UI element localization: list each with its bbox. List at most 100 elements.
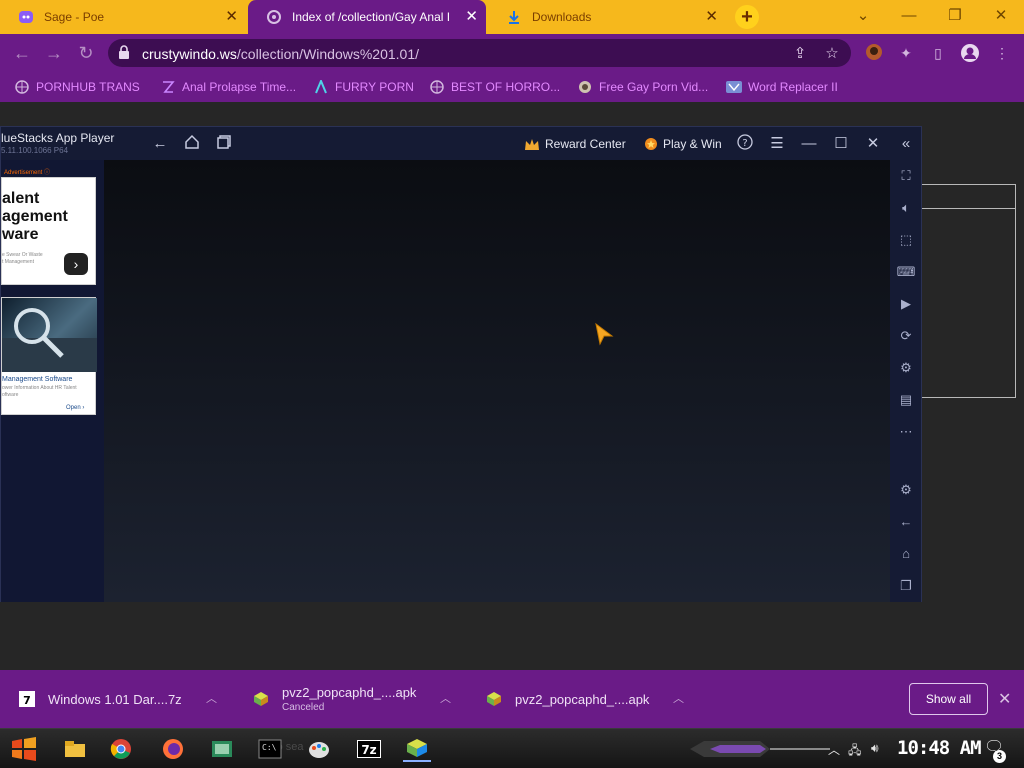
fullscreen-icon[interactable]: ⛶ [896, 166, 916, 186]
terminal-icon[interactable]: C:\ [256, 736, 284, 762]
share-icon[interactable]: ⇪ [791, 45, 809, 63]
lock-icon[interactable] [118, 45, 130, 65]
keyboard-icon[interactable]: ⌨ [896, 262, 916, 282]
close-icon[interactable]: ✕ [998, 689, 1011, 709]
svg-text:?: ? [742, 138, 747, 149]
notification-count: 3 [993, 750, 1006, 763]
chevron-up-icon[interactable]: ︿ [440, 690, 451, 706]
extensions-icon[interactable]: ✦ [896, 43, 916, 63]
profile-avatar-icon[interactable] [864, 43, 884, 63]
7zip-icon[interactable]: 7z [355, 736, 383, 762]
bookmark-label: FURRY PORN [335, 80, 414, 94]
tab-index-of-collection[interactable]: Index of /collection/Gay Anal I ✕ [248, 0, 486, 34]
chevron-up-icon[interactable]: ︿ [673, 690, 684, 706]
settings-icon[interactable]: ⚙ [896, 480, 916, 500]
advertisement-card[interactable]: Management Software ower Information Abo… [1, 297, 97, 415]
collapse-sidebar-icon[interactable]: « [896, 134, 916, 154]
star-icon[interactable]: ☆ [823, 45, 841, 63]
macro-icon[interactable]: ⚙ [896, 358, 916, 378]
help-icon[interactable]: ? [735, 134, 755, 154]
home-icon[interactable] [182, 134, 202, 154]
bookmark-item[interactable]: BEST OF HORRO... [429, 78, 560, 96]
download-shelf: 7 Windows 1.01 Dar....7z ︿ pvz2_popcaphd… [0, 670, 1024, 728]
back-icon[interactable]: ← [150, 134, 170, 154]
hamburger-menu-icon[interactable]: ☰ [767, 134, 787, 154]
bookmark-item[interactable]: Anal Prolapse Time... [160, 78, 296, 96]
close-icon[interactable]: ✕ [863, 134, 883, 154]
download-info: pvz2_popcaphd_....apk Canceled [282, 685, 416, 713]
globe-icon [14, 79, 30, 95]
arch-icon [313, 79, 329, 95]
reward-center-button[interactable]: Reward Center [524, 134, 626, 154]
chrome-icon[interactable] [107, 736, 135, 762]
cursor-lock-icon[interactable]: ⬚ [896, 230, 916, 250]
maximize-icon[interactable]: ☐ [831, 134, 851, 154]
tab-title: Downloads [532, 10, 592, 24]
speaker-icon[interactable]: 🔊︎ [871, 741, 879, 756]
bookmark-label: PORNHUB TRANS [36, 80, 140, 94]
new-tab-button[interactable]: + [735, 5, 759, 29]
rotate-icon[interactable]: ⟳ [896, 326, 916, 346]
recent-apps-icon[interactable] [214, 134, 234, 154]
network-icon[interactable]: 🖧︎ [848, 741, 861, 762]
address-bar[interactable]: crustywindo.ws/collection/Windows%201.01… [108, 39, 851, 67]
home-icon[interactable]: ⌂ [896, 544, 916, 564]
minimize-icon[interactable]: — [895, 4, 923, 28]
browser-toolbar: ← → ↻ crustywindo.ws/collection/Windows%… [0, 34, 1024, 72]
back-icon[interactable]: ← [896, 512, 916, 532]
file-explorer-icon[interactable] [61, 736, 89, 762]
back-icon[interactable]: ← [11, 42, 33, 64]
tab-search-icon[interactable]: ⌄ [849, 4, 877, 28]
ad-small-1: e Swear Or Waste [2, 252, 43, 258]
bookmark-item[interactable]: Word Replacer II [726, 78, 838, 96]
chevron-up-icon[interactable]: ︿ [206, 690, 217, 706]
ad-image [2, 298, 97, 372]
close-tab-icon[interactable]: ✕ [705, 9, 718, 24]
close-tab-icon[interactable]: ✕ [225, 9, 238, 24]
tab-sage-poe[interactable]: Sage - Poe ✕ [0, 0, 246, 34]
download-item[interactable]: pvz2_popcaphd_....apk Canceled [252, 682, 416, 716]
more-icon[interactable]: ⋯ [896, 422, 916, 442]
bookmark-item[interactable]: Free Gay Porn Vid... [577, 78, 708, 96]
ad-title: Management Software [2, 376, 73, 383]
clock[interactable]: 10:48 AM [897, 737, 982, 759]
firefox-icon[interactable] [159, 736, 187, 762]
close-window-icon[interactable]: ✕ [987, 4, 1015, 28]
app-title: lueStacks App Player [1, 131, 115, 145]
app-icon[interactable] [208, 736, 236, 762]
android-screen[interactable] [104, 160, 890, 602]
ad-open-link[interactable]: Open › [66, 405, 84, 411]
show-all-button[interactable]: Show all [909, 683, 988, 715]
side-panel-icon[interactable]: ▯ [928, 43, 948, 63]
app-version: 5.11.100.1066 P64 [1, 146, 69, 155]
download-item[interactable]: 7 Windows 1.01 Dar....7z [18, 682, 182, 716]
chevron-right-icon[interactable]: › [64, 253, 88, 275]
reload-icon[interactable]: ↻ [75, 42, 97, 64]
minimize-icon[interactable]: — [799, 134, 819, 154]
tab-title: Index of /collection/Gay Anal I [292, 10, 451, 24]
bluestacks-taskbar-icon[interactable] [403, 736, 431, 762]
play-win-button[interactable]: Play & Win [644, 134, 722, 154]
menu-icon[interactable]: ⋮ [992, 43, 1012, 63]
tab-strip: Sage - Poe ✕ Index of /collection/Gay An… [0, 0, 1024, 34]
account-icon[interactable] [960, 43, 980, 63]
advertisement-banner[interactable]: alent agement ware e Swear Or Waste t Ma… [1, 177, 96, 285]
bookmark-item[interactable]: FURRY PORN [313, 78, 414, 96]
volume-icon[interactable]: 🔈︎ [896, 198, 916, 218]
tab-downloads[interactable]: Downloads ✕ [488, 0, 726, 34]
start-button-icon[interactable] [10, 736, 38, 762]
record-icon[interactable]: ▶ [896, 294, 916, 314]
close-tab-icon[interactable]: ✕ [465, 9, 478, 24]
tray-chevron-icon[interactable]: ︿ [828, 741, 840, 758]
bluestacks-titlebar[interactable]: lueStacks App Player 5.11.100.1066 P64 ←… [1, 127, 921, 160]
url-text[interactable]: crustywindo.ws/collection/Windows%201.01… [142, 46, 419, 62]
ad-headline-2: agement [2, 208, 68, 225]
paint-icon[interactable] [305, 736, 333, 762]
restore-icon[interactable]: ❐ [941, 4, 969, 28]
forward-icon[interactable]: → [43, 42, 65, 64]
recent-apps-icon[interactable]: ❐ [896, 576, 916, 596]
mouse-cursor-icon [594, 322, 614, 351]
apk-install-icon[interactable]: ▤ [896, 390, 916, 410]
bookmark-item[interactable]: PORNHUB TRANS [14, 78, 140, 96]
download-item[interactable]: pvz2_popcaphd_....apk [485, 682, 649, 716]
